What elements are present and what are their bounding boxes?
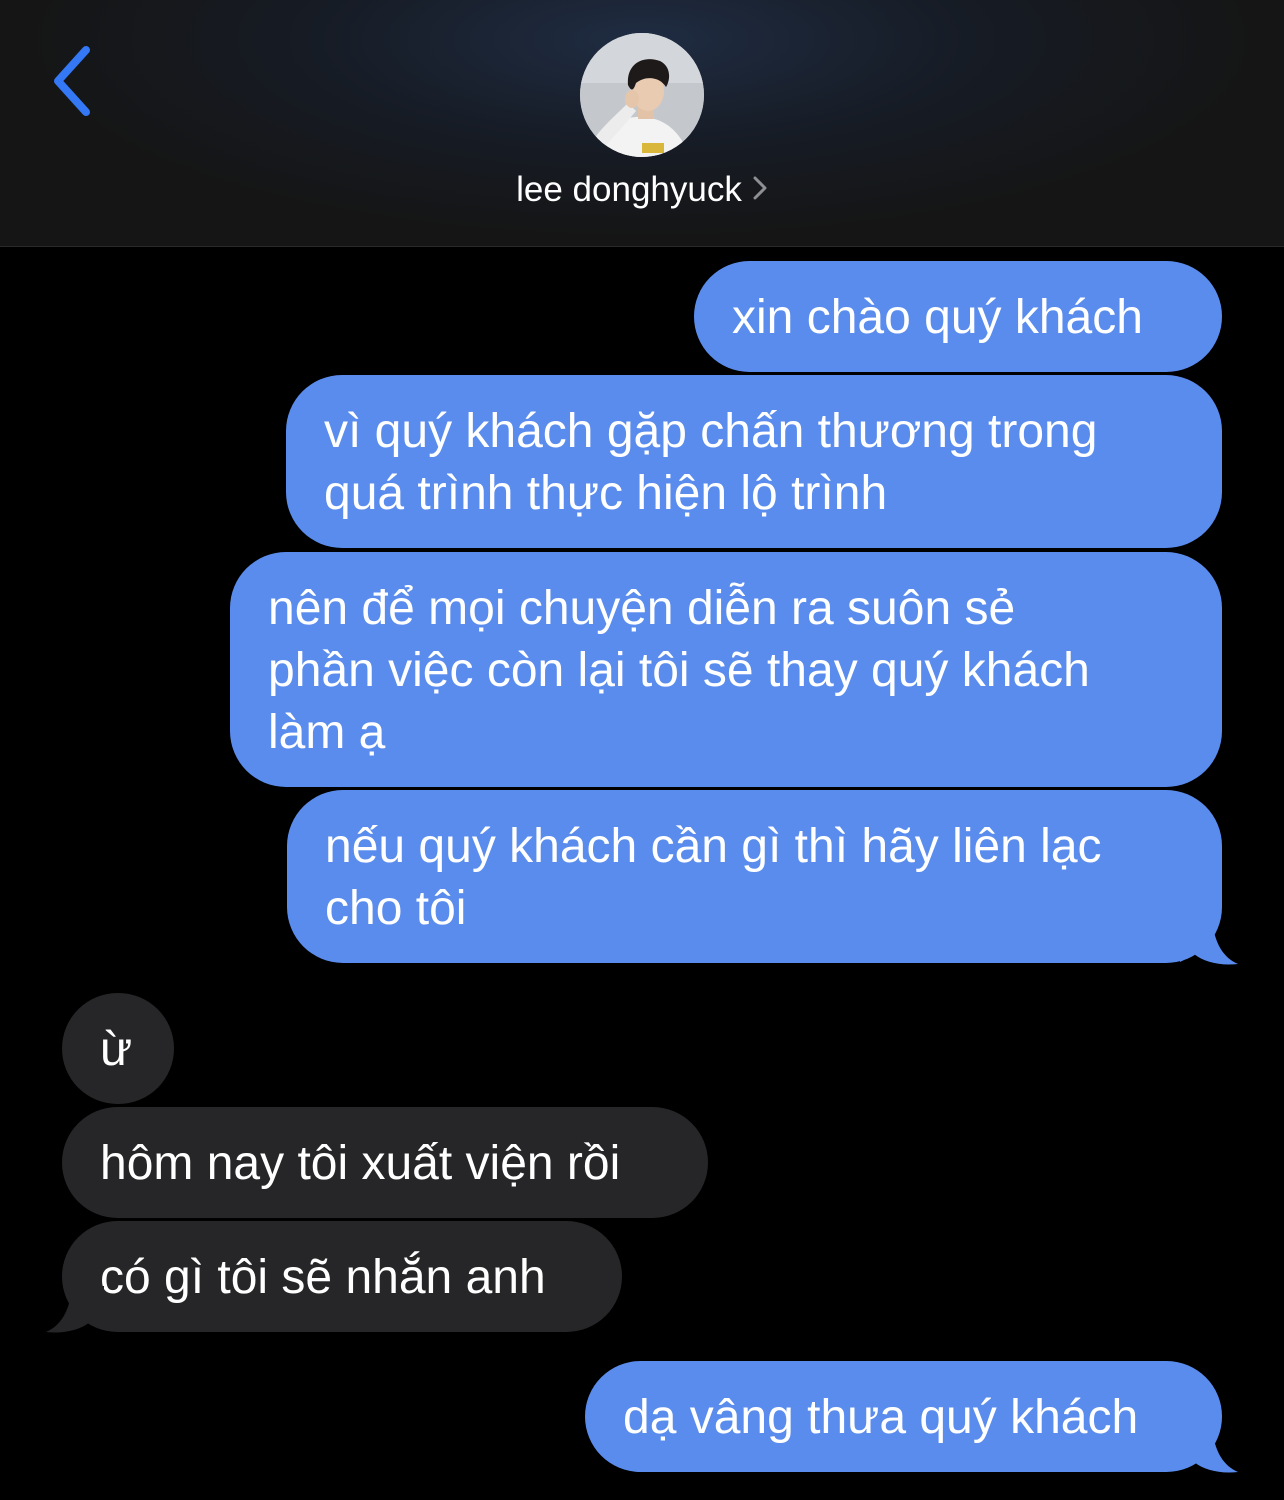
message-text-line: quá trình thực hiện lộ trình	[324, 467, 888, 520]
back-button[interactable]	[44, 42, 104, 122]
message-text: xin chào quý khách	[732, 291, 1143, 344]
message-text-line: phần việc còn lại tôi sẽ thay quý khách	[268, 644, 1090, 697]
message-bubble-received[interactable]: ừ	[62, 993, 174, 1104]
message-bubble-received[interactable]: hôm nay tôi xuất viện rồi	[62, 1107, 708, 1218]
bubble-tail	[1180, 1426, 1238, 1473]
contact-name-button[interactable]: lee donghyuck	[0, 168, 1284, 212]
message-bubble-sent[interactable]: vì quý khách gặp chấn thương trong quá t…	[286, 375, 1222, 548]
contact-name: lee donghyuck	[516, 170, 742, 209]
conversation-header: lee donghyuck	[0, 0, 1284, 247]
message-text-line: nếu quý khách cần gì thì hãy liên lạc	[325, 820, 1102, 873]
chevron-right-icon	[752, 168, 768, 212]
bubble-tail	[46, 1286, 104, 1333]
contact-avatar[interactable]	[580, 33, 704, 157]
message-text: dạ vâng thưa quý khách	[623, 1391, 1139, 1444]
message-text: hôm nay tôi xuất viện rồi	[100, 1137, 621, 1190]
message-text-line: cho tôi	[325, 882, 467, 935]
message-text: ừ	[100, 1023, 133, 1076]
message-text-line: vì quý khách gặp chấn thương trong	[324, 405, 1098, 458]
message-bubble-received[interactable]: có gì tôi sẽ nhắn anh	[62, 1221, 622, 1332]
avatar-photo	[580, 33, 704, 157]
message-bubble-sent[interactable]: dạ vâng thưa quý khách	[585, 1361, 1222, 1472]
message-bubble-sent[interactable]: xin chào quý khách	[694, 261, 1222, 372]
message-bubble-sent[interactable]: nên để mọi chuyện diễn ra suôn sẻ phần v…	[230, 552, 1222, 787]
message-text-line: nên để mọi chuyện diễn ra suôn sẻ	[268, 582, 1016, 635]
message-text-line: làm ạ	[268, 706, 386, 759]
message-bubble-sent[interactable]: nếu quý khách cần gì thì hãy liên lạc ch…	[287, 790, 1222, 963]
bubble-tail	[1180, 918, 1238, 965]
message-text: có gì tôi sẽ nhắn anh	[100, 1251, 546, 1304]
chevron-left-icon	[54, 46, 90, 116]
